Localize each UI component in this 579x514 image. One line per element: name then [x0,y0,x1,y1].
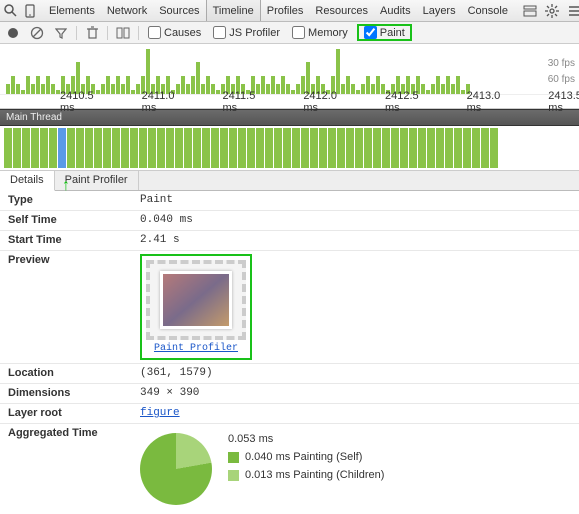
value-start-time: 2.41 s [140,234,579,247]
tab-layers[interactable]: Layers [417,0,462,21]
label-layer-root: Layer root [0,407,140,420]
value-dimensions: 349 × 390 [140,387,579,400]
timeline-overview[interactable]: 30 fps 60 fps 2410.5 ms 2411.0 ms 2411.5… [0,44,579,109]
label-aggregated-time: Aggregated Time [0,427,140,439]
panel-tabs: Elements Network Sources Timeline Profil… [43,0,514,21]
record-icon[interactable] [4,24,22,42]
label-self-time: Self Time [0,214,140,227]
tab-timeline[interactable]: Timeline [206,0,261,21]
paint-preview-thumb[interactable] [146,260,246,340]
separator [138,26,139,40]
tab-resources[interactable]: Resources [309,0,374,21]
checkbox-label: JS Profiler [229,27,280,39]
label-type: Type [0,194,140,207]
separator [76,26,77,40]
tab-elements[interactable]: Elements [43,0,101,21]
label-preview: Preview [0,254,140,266]
selected-paint-event[interactable] [58,128,66,168]
tick: 2413.5 ms [548,90,579,114]
tick: 2412.5 ms [385,90,419,114]
settings-gear-icon[interactable] [544,3,560,19]
search-icon[interactable] [4,3,17,19]
value-location: (361, 1579) [140,367,579,380]
highlight-paint-checkbox: Paint [357,24,412,41]
label-start-time: Start Time [0,234,140,247]
overview-bars [0,49,579,94]
tick: 2411.0 ms [142,90,175,114]
time-ruler: 2410.5 ms 2411.0 ms 2411.5 ms 2412.0 ms … [0,94,579,108]
tick: 2412.0 ms [303,90,337,114]
tab-profiles[interactable]: Profiles [261,0,310,21]
checkbox-paint[interactable]: Paint [361,26,408,39]
drawer-icon[interactable] [522,3,538,19]
mainthread-track[interactable] [0,126,579,171]
device-icon[interactable] [25,3,35,19]
checkbox-memory[interactable]: Memory [289,26,351,39]
filter-icon[interactable] [52,24,70,42]
tab-sources[interactable]: Sources [153,0,205,21]
swatch-children [228,470,239,481]
gc-trash-icon[interactable] [83,24,101,42]
label-location: Location [0,367,140,380]
aggregated-time-chart: 0.053 ms 0.040 ms Painting (Self) 0.013 … [140,427,579,511]
value-self-time: 0.040 ms [140,214,579,227]
arrow-up-icon: ↑ [62,177,70,195]
tick: 2411.5 ms [222,90,255,114]
label-dimensions: Dimensions [0,387,140,400]
pie-chart [140,433,212,505]
tab-details[interactable]: Details [0,171,55,191]
paint-profiler-link[interactable]: Paint Profiler [146,343,246,354]
pie-legend: 0.053 ms 0.040 ms Painting (Self) 0.013 … [228,433,384,481]
swatch-self [228,452,239,463]
value-type: Paint [140,194,579,207]
tick: 2413.0 ms [467,90,501,114]
details-tabs: Details Paint Profiler [0,171,579,191]
checkbox-label: Paint [380,27,405,39]
clear-icon[interactable] [28,24,46,42]
more-menu-icon[interactable] [566,3,579,19]
timeline-toolbar: Causes JS Profiler Memory Paint [0,22,579,44]
view-mode-icon[interactable] [114,24,132,42]
separator [107,26,108,40]
pie-total: 0.053 ms [228,433,384,445]
layer-root-link[interactable]: figure [140,407,180,419]
checkbox-causes[interactable]: Causes [145,26,204,39]
checkbox-label: Memory [308,27,348,39]
legend-self: 0.040 ms Painting (Self) [245,451,362,463]
highlight-preview: Paint Profiler [140,254,252,360]
devtools-tabbar: Elements Network Sources Timeline Profil… [0,0,579,22]
checkbox-label: Causes [164,27,201,39]
tick: 2410.5 ms [60,90,94,114]
tab-network[interactable]: Network [101,0,153,21]
legend-children: 0.013 ms Painting (Children) [245,469,384,481]
tab-console[interactable]: Console [462,0,514,21]
checkbox-js-profiler[interactable]: JS Profiler [210,26,283,39]
tab-audits[interactable]: Audits [374,0,417,21]
details-panel: TypePaint Self Time0.040 ms Start Time2.… [0,191,579,514]
